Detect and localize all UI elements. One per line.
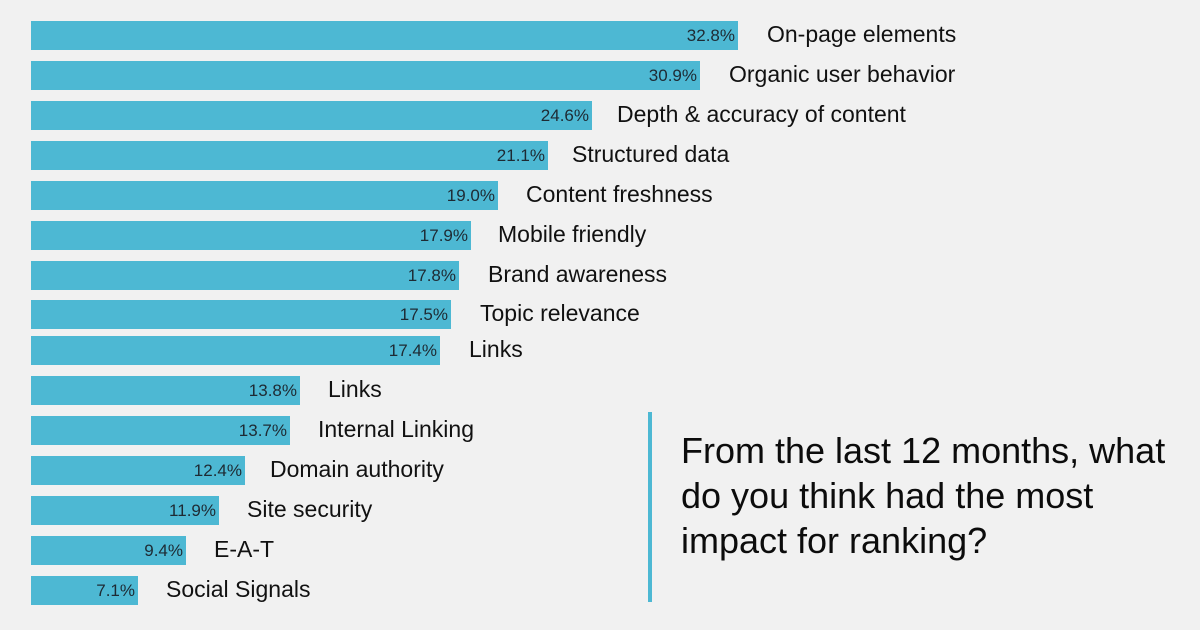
bar-value-label: 7.1%	[96, 581, 135, 600]
bar-value-label: 30.9%	[648, 66, 697, 85]
chart-question-title: From the last 12 months, what do you thi…	[681, 430, 1166, 561]
category-label: Mobile friendly	[498, 221, 647, 247]
category-label: Structured data	[572, 141, 730, 167]
bar-value-label: 11.9%	[169, 501, 216, 520]
category-label: On-page elements	[767, 21, 957, 47]
category-label: Links	[469, 336, 523, 362]
bar	[31, 21, 738, 50]
bar-value-label: 17.4%	[388, 341, 437, 360]
bar-value-label: 13.8%	[248, 381, 297, 400]
accent-divider	[648, 412, 652, 602]
category-label: Links	[328, 376, 382, 402]
category-label: Depth & accuracy of content	[617, 101, 906, 127]
category-label: Social Signals	[166, 576, 311, 602]
category-label: Organic user behavior	[729, 61, 956, 87]
category-label: Content freshness	[526, 181, 713, 207]
category-label: Domain authority	[270, 456, 444, 482]
category-label: E-A-T	[214, 536, 275, 562]
bar-value-label: 32.8%	[686, 26, 735, 45]
bar-value-label: 24.6%	[540, 106, 589, 125]
bar-value-label: 21.1%	[496, 146, 545, 165]
bar-value-label: 17.5%	[399, 305, 448, 324]
bar-value-label: 9.4%	[144, 541, 183, 560]
category-label: Internal Linking	[318, 416, 474, 442]
category-label: Topic relevance	[480, 300, 640, 326]
bar-value-label: 17.8%	[407, 266, 456, 285]
bar-value-label: 13.7%	[238, 421, 287, 440]
bar-value-label: 12.4%	[193, 461, 242, 480]
bar	[31, 101, 592, 130]
bar-value-label: 19.0%	[446, 186, 495, 205]
category-label: Brand awareness	[488, 261, 667, 287]
category-label: Site security	[247, 496, 373, 522]
bar	[31, 61, 700, 90]
bar-value-label: 17.9%	[419, 226, 468, 245]
